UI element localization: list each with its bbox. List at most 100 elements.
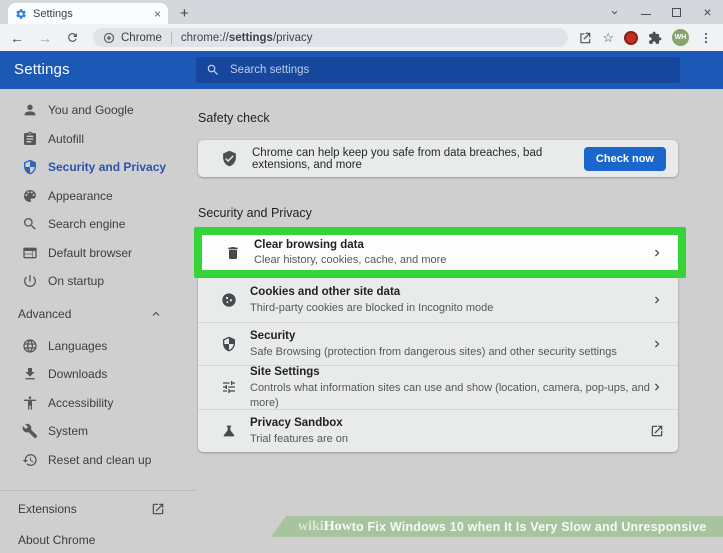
- sidebar-item-label: Security and Privacy: [48, 160, 166, 174]
- chevron-right-icon: [650, 293, 664, 307]
- check-now-button[interactable]: Check now: [584, 147, 666, 171]
- url-text: chrome://settings/privacy: [181, 32, 313, 44]
- privacy-rows-card: Cookies and other site data Third-party …: [198, 278, 678, 452]
- safety-check-heading: Safety check: [198, 111, 723, 125]
- sidebar-item-label: Languages: [48, 339, 107, 353]
- adblock-extension-icon[interactable]: [624, 31, 638, 45]
- sidebar-item-reset-and-clean-up[interactable]: Reset and clean up: [0, 446, 196, 475]
- security-and-privacy-heading: Security and Privacy: [198, 206, 723, 220]
- tab-title: Settings: [33, 8, 148, 20]
- sidebar-item-downloads[interactable]: Downloads: [0, 360, 196, 389]
- sidebar-item-label: Appearance: [48, 189, 113, 203]
- page-title: Settings: [14, 61, 70, 78]
- watermark-how: How: [324, 519, 352, 535]
- settings-search[interactable]: [196, 57, 680, 83]
- share-icon[interactable]: [578, 31, 592, 45]
- sidebar-item-label: Search engine: [48, 217, 125, 231]
- browser-window-icon: [22, 245, 38, 261]
- search-icon: [206, 63, 220, 77]
- chrome-chip-label: Chrome: [121, 32, 162, 44]
- row-title: Site Settings: [250, 364, 650, 381]
- row-site-settings[interactable]: Site Settings Controls what information …: [198, 365, 678, 409]
- cookie-icon: [221, 292, 237, 308]
- safety-check-card: Chrome can help keep you safe from data …: [198, 140, 678, 177]
- row-subtitle: Trial features are on: [250, 432, 650, 447]
- chevron-right-icon: [650, 380, 664, 394]
- palette-icon: [22, 188, 38, 204]
- chevron-right-icon: [650, 246, 664, 260]
- maximize-button[interactable]: [661, 0, 692, 24]
- bookmark-star-icon[interactable]: ☆: [602, 31, 614, 44]
- sidebar-item-label: Default browser: [48, 246, 132, 260]
- row-title: Clear browsing data: [254, 237, 650, 254]
- sidebar-item-default-browser[interactable]: Default browser: [0, 239, 196, 268]
- sidebar-item-label: Reset and clean up: [48, 453, 151, 467]
- sidebar-item-label: You and Google: [48, 103, 134, 117]
- sidebar-item-appearance[interactable]: Appearance: [0, 182, 196, 211]
- sidebar-advanced-toggle[interactable]: Advanced: [0, 296, 196, 332]
- shield-icon: [221, 336, 237, 352]
- sidebar-item-on-startup[interactable]: On startup: [0, 267, 196, 296]
- new-tab-button[interactable]: +: [180, 6, 189, 21]
- search-input[interactable]: [230, 64, 670, 76]
- browser-menu-icon[interactable]: [699, 31, 713, 45]
- settings-sidebar: You and Google Autofill Security and Pri…: [0, 89, 196, 537]
- reload-icon[interactable]: [66, 31, 79, 44]
- power-icon: [22, 273, 38, 289]
- advanced-label: Advanced: [18, 307, 71, 321]
- download-icon: [22, 366, 38, 382]
- highlight-box: Clear browsing data Clear history, cooki…: [194, 227, 686, 278]
- sidebar-item-autofill[interactable]: Autofill: [0, 125, 196, 154]
- sidebar-item-label: Accessibility: [48, 396, 113, 410]
- row-privacy-sandbox[interactable]: Privacy Sandbox Trial features are on: [198, 409, 678, 453]
- tab-search-chevron-icon[interactable]: [599, 0, 630, 24]
- sidebar-item-system[interactable]: System: [0, 417, 196, 446]
- sidebar-item-about-chrome[interactable]: About Chrome: [0, 527, 196, 553]
- back-icon[interactable]: ←: [10, 31, 24, 45]
- sidebar-item-accessibility[interactable]: Accessibility: [0, 389, 196, 418]
- sidebar-item-languages[interactable]: Languages: [0, 332, 196, 361]
- row-text: Site Settings Controls what information …: [250, 364, 650, 410]
- person-icon: [22, 102, 38, 118]
- row-clear-browsing-data[interactable]: Clear browsing data Clear history, cooki…: [202, 235, 678, 270]
- row-subtitle: Safe Browsing (protection from dangerous…: [250, 345, 650, 360]
- sidebar-item-label: On startup: [48, 274, 104, 288]
- chrome-logo-icon: [103, 32, 115, 44]
- sidebar-item-search-engine[interactable]: Search engine: [0, 210, 196, 239]
- row-text: Cookies and other site data Third-party …: [250, 284, 650, 316]
- watermark-title: to Fix Windows 10 when It Is Very Slow a…: [352, 520, 707, 534]
- toolbar-actions: ☆ WH: [578, 29, 713, 46]
- forward-icon: →: [38, 31, 52, 45]
- wrench-icon: [22, 423, 38, 439]
- shield-icon: [22, 159, 38, 175]
- tune-icon: [221, 379, 237, 395]
- watermark-wiki: wiki: [298, 519, 324, 535]
- chevron-right-icon: [650, 337, 664, 351]
- profile-avatar[interactable]: WH: [672, 29, 689, 46]
- sidebar-item-you-and-google[interactable]: You and Google: [0, 96, 196, 125]
- row-text: Clear browsing data Clear history, cooki…: [254, 237, 650, 269]
- external-link-icon: [151, 502, 165, 516]
- sidebar-item-label: Extensions: [18, 502, 77, 516]
- row-subtitle: Clear history, cookies, cache, and more: [254, 253, 650, 268]
- flask-icon: [221, 423, 237, 439]
- chevron-up-icon: [149, 307, 163, 321]
- row-security[interactable]: Security Safe Browsing (protection from …: [198, 322, 678, 366]
- row-title: Security: [250, 328, 650, 345]
- sidebar-item-label: About Chrome: [18, 533, 95, 547]
- address-bar[interactable]: Chrome chrome://settings/privacy: [93, 28, 568, 47]
- settings-content: Safety check Chrome can help keep you sa…: [196, 89, 723, 537]
- gear-icon: [15, 8, 27, 20]
- search-icon: [22, 216, 38, 232]
- close-tab-icon[interactable]: ×: [154, 8, 161, 20]
- puzzle-extensions-icon[interactable]: [648, 31, 662, 45]
- browser-toolbar: ← → Chrome chrome://settings/privacy ☆ W…: [0, 24, 723, 51]
- minimize-button[interactable]: [630, 0, 661, 24]
- sidebar-item-extensions[interactable]: Extensions: [0, 496, 196, 522]
- tab-settings[interactable]: Settings ×: [8, 3, 168, 24]
- settings-header: Settings: [0, 51, 723, 89]
- row-cookies-and-other-site-data[interactable]: Cookies and other site data Third-party …: [198, 278, 678, 322]
- close-window-button[interactable]: ×: [692, 0, 723, 24]
- sidebar-item-security-and-privacy[interactable]: Security and Privacy: [0, 153, 196, 182]
- tab-strip: Settings × + ×: [0, 0, 723, 24]
